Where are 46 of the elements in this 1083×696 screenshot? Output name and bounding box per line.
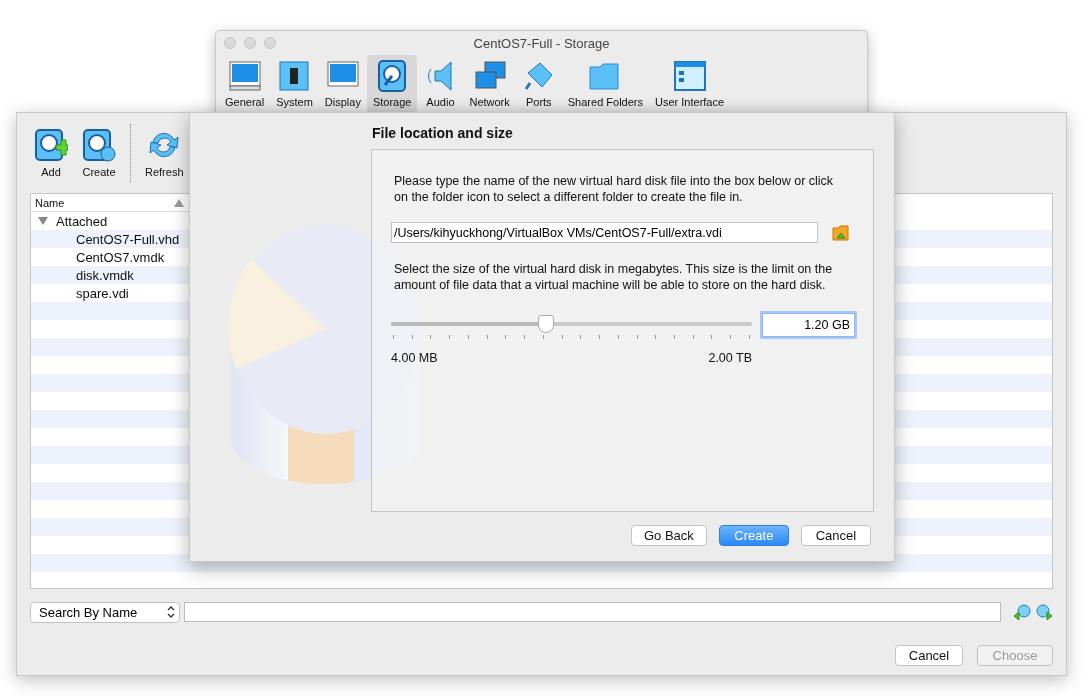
list-item[interactable]: disk.vmdk bbox=[76, 267, 134, 283]
list-item[interactable]: CentOS7.vmdk bbox=[76, 249, 165, 265]
min-size-label: 4.00 MB bbox=[391, 351, 438, 365]
zoom-icon[interactable] bbox=[264, 37, 276, 49]
size-field[interactable]: 1.20 GB bbox=[762, 313, 855, 337]
settings-tab[interactable]: Ports bbox=[515, 55, 562, 112]
toolbar-button[interactable]: Create bbox=[82, 128, 116, 178]
window-title: CentOS7-Full - Storage bbox=[473, 35, 610, 51]
dialog-button[interactable]: Cancel bbox=[800, 525, 871, 546]
settings-tab[interactable]: Display bbox=[318, 55, 367, 112]
toolbar-button[interactable]: Refresh bbox=[145, 128, 184, 178]
settings-tab[interactable]: User Interface bbox=[649, 55, 731, 112]
minimize-icon[interactable] bbox=[244, 37, 256, 49]
size-description: Select the size of the virtual hard disk in megabytes. This size is the limit on the amount of file data that a virtual machine will be able to store on the hard disk. bbox=[394, 261, 834, 293]
disclosure-triangle-icon[interactable] bbox=[38, 217, 48, 225]
monitor-icon bbox=[227, 59, 262, 93]
max-size-label: 2.00 TB bbox=[708, 351, 752, 365]
dialog-button[interactable]: Go Back bbox=[631, 525, 707, 546]
settings-tab[interactable]: System bbox=[270, 55, 319, 112]
list-item[interactable]: spare.vdi bbox=[76, 285, 129, 301]
folder-icon[interactable] bbox=[832, 223, 850, 242]
toolbar-button[interactable]: Add bbox=[34, 128, 68, 178]
dialog-button[interactable]: Cancel bbox=[895, 645, 963, 666]
group-label[interactable]: Attached bbox=[56, 213, 108, 229]
column-header[interactable]: Name bbox=[31, 196, 174, 209]
settings-tab[interactable]: Storage bbox=[366, 55, 418, 112]
settings-tab[interactable]: Audio bbox=[417, 55, 464, 112]
size-slider[interactable] bbox=[391, 314, 752, 334]
disk-create-icon bbox=[82, 128, 116, 162]
list-item[interactable]: CentOS7-Full.vhd bbox=[76, 231, 180, 247]
settings-tab[interactable]: Network bbox=[463, 55, 516, 112]
window-icon bbox=[672, 59, 707, 93]
chip-icon bbox=[277, 59, 312, 93]
search-next-icon[interactable] bbox=[1035, 603, 1053, 621]
search-previous-icon[interactable] bbox=[1013, 603, 1031, 621]
disk-add-icon bbox=[34, 128, 68, 162]
search-mode-select[interactable]: Search By Name bbox=[30, 601, 180, 623]
settings-tab[interactable]: General bbox=[219, 55, 271, 112]
dialog-title: File location and size bbox=[372, 125, 513, 141]
slider-thumb[interactable] bbox=[538, 315, 555, 333]
updown-chevron-icon bbox=[166, 606, 175, 618]
search-field[interactable] bbox=[183, 602, 1002, 622]
settings-tab[interactable]: Shared Folders bbox=[561, 55, 649, 112]
file-path-field[interactable]: /Users/kihyuckhong/VirtualBox VMs/CentOS7-Full/extra.vdi bbox=[391, 222, 818, 243]
instruction-text: Please type the name of the new virtual hard disk file into the box below or click on the folder icon to select a different folder to create the file in. bbox=[394, 173, 835, 205]
close-icon[interactable] bbox=[224, 37, 236, 49]
